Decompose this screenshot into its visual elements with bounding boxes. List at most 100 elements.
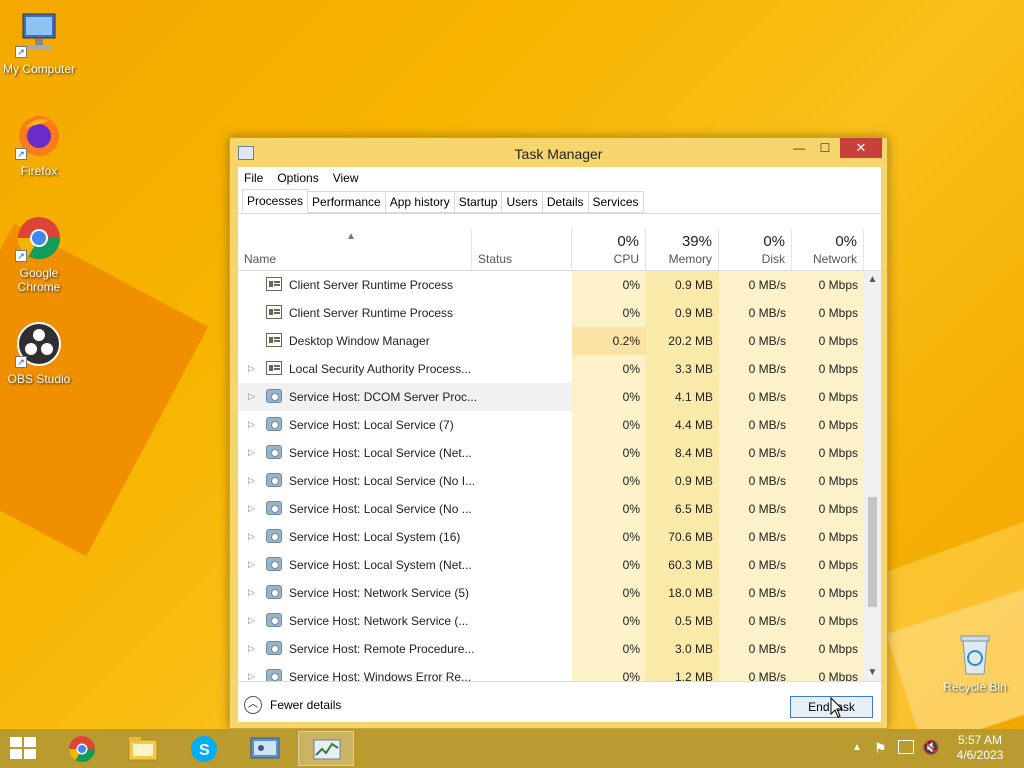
table-row[interactable]: ▷ Service Host: DCOM Server Proc... 0% 4… (238, 383, 872, 411)
expand-chevron-icon[interactable]: ▷ (248, 643, 255, 654)
tab-details[interactable]: Details (542, 191, 589, 213)
taskbar-file-explorer-button[interactable] (115, 731, 171, 766)
expand-chevron-icon[interactable]: ▷ (248, 363, 255, 374)
memory-value: 18.0 MB (646, 579, 719, 607)
tab-performance[interactable]: Performance (308, 191, 386, 213)
expand-chevron-icon[interactable]: ▷ (248, 531, 255, 542)
folder-icon (128, 737, 158, 761)
disk-value: 0 MB/s (719, 271, 792, 299)
scroll-up-icon[interactable]: ▲ (864, 271, 881, 288)
tab-services[interactable]: Services (588, 191, 644, 213)
memory-value: 0.9 MB (646, 299, 719, 327)
column-header-network[interactable]: 0% Network (792, 229, 864, 270)
column-header-name[interactable]: ▲ Name (238, 229, 472, 270)
table-row[interactable]: Client Server Runtime Process 0% 0.9 MB … (238, 299, 872, 327)
cpu-value: 0% (572, 495, 646, 523)
expand-chevron-icon[interactable]: ▷ (248, 391, 255, 402)
scrollbar-thumb[interactable] (868, 497, 877, 607)
desktop-icon-my-computer[interactable]: ↗ My Computer (0, 10, 78, 76)
desktop-icon-google-chrome[interactable]: ↗ Google Chrome (0, 214, 78, 294)
vertical-scrollbar[interactable]: ▲ ▼ (864, 271, 881, 681)
process-name: Service Host: Windows Error Re... (289, 670, 472, 681)
service-gear-icon (266, 389, 282, 403)
menu-view[interactable]: View (333, 171, 359, 185)
action-center-flag-icon[interactable]: ⚑ (874, 740, 887, 757)
process-window-icon (266, 361, 282, 375)
taskbar: S ▲ ⚑ 🔇 5:57 AM 4/6/2023 (0, 729, 1024, 768)
table-row[interactable]: ▷ Local Security Authority Process... 0%… (238, 355, 872, 383)
tab-processes[interactable]: Processes (242, 189, 309, 213)
taskbar-task-manager-button[interactable] (298, 731, 354, 766)
column-header-status[interactable]: Status (472, 229, 572, 270)
window-client: File Options View Processes Performance … (238, 167, 881, 722)
process-window-icon (266, 305, 282, 319)
taskbar-skype-button[interactable]: S (176, 731, 232, 766)
expand-chevron-icon[interactable]: ▷ (248, 587, 255, 598)
desktop-icon-label: OBS Studio (7, 372, 71, 386)
network-icon[interactable] (898, 740, 914, 754)
volume-muted-icon[interactable]: 🔇 (922, 739, 939, 756)
task-manager-window: Task Manager — ☐ ✕ File Options View Pro… (229, 137, 888, 729)
expand-chevron-icon[interactable]: ▷ (248, 419, 255, 430)
expand-chevron-icon[interactable]: ▷ (248, 475, 255, 486)
table-row[interactable]: ▷ Service Host: Local Service (No ... 0%… (238, 495, 872, 523)
show-hidden-icons-chevron-icon[interactable]: ▲ (852, 742, 862, 753)
table-row[interactable]: ▷ Service Host: Windows Error Re... 0% 1… (238, 663, 872, 681)
obs-icon: ↗ (15, 320, 63, 368)
tab-app-history[interactable]: App history (385, 191, 455, 213)
tab-startup[interactable]: Startup (454, 191, 503, 213)
close-button[interactable]: ✕ (840, 138, 882, 158)
memory-value: 0.5 MB (646, 607, 719, 635)
expand-chevron-icon[interactable]: ▷ (248, 447, 255, 458)
cpu-value: 0% (572, 383, 646, 411)
minimize-button[interactable]: — (786, 138, 812, 158)
maximize-button[interactable]: ☐ (812, 138, 838, 158)
column-header-disk[interactable]: 0% Disk (719, 229, 792, 270)
network-value: 0 Mbps (792, 523, 864, 551)
expand-chevron-icon[interactable]: ▷ (248, 615, 255, 626)
network-value: 0 Mbps (792, 551, 864, 579)
system-clock[interactable]: 5:57 AM 4/6/2023 (950, 733, 1010, 763)
tab-users[interactable]: Users (502, 191, 543, 213)
desktop-icon-firefox[interactable]: ↗ Firefox (0, 112, 78, 178)
menu-options[interactable]: Options (277, 171, 318, 185)
fewer-details-button[interactable]: ︿ Fewer details (244, 696, 341, 714)
service-gear-icon (266, 641, 282, 655)
table-row[interactable]: ▷ Service Host: Local Service (Net... 0%… (238, 439, 872, 467)
network-value: 0 Mbps (792, 383, 864, 411)
network-value: 0 Mbps (792, 439, 864, 467)
table-row[interactable]: ▷ Service Host: Local System (16) 0% 70.… (238, 523, 872, 551)
table-row[interactable]: Client Server Runtime Process 0% 0.9 MB … (238, 271, 872, 299)
table-row[interactable]: ▷ Service Host: Local Service (No I... 0… (238, 467, 872, 495)
menu-file[interactable]: File (244, 171, 263, 185)
windows-start-icon[interactable] (10, 737, 38, 761)
title-bar[interactable]: Task Manager — ☐ ✕ (230, 138, 887, 167)
table-row[interactable]: Desktop Window Manager 0.2% 20.2 MB 0 MB… (238, 327, 872, 355)
desktop-icon-obs-studio[interactable]: ↗ OBS Studio (0, 320, 78, 386)
table-row[interactable]: ▷ Service Host: Network Service (5) 0% 1… (238, 579, 872, 607)
expand-chevron-icon[interactable]: ▷ (248, 503, 255, 514)
desktop-icon-recycle-bin[interactable]: Recycle Bin (936, 632, 1014, 694)
expand-chevron-icon[interactable]: ▷ (248, 559, 255, 570)
column-header-memory[interactable]: 39% Memory (646, 229, 719, 270)
network-value: 0 Mbps (792, 271, 864, 299)
column-header-cpu[interactable]: 0% CPU (572, 229, 646, 270)
scroll-down-icon[interactable]: ▼ (864, 664, 881, 681)
cpu-value: 0% (572, 411, 646, 439)
taskbar-control-panel-button[interactable] (237, 731, 293, 766)
table-row[interactable]: ▷ Service Host: Network Service (... 0% … (238, 607, 872, 635)
process-name: Client Server Runtime Process (289, 278, 454, 292)
cpu-value: 0% (572, 663, 646, 681)
expand-chevron-icon[interactable]: ▷ (248, 671, 255, 681)
service-gear-icon (266, 613, 282, 627)
memory-value: 0.9 MB (646, 271, 719, 299)
chrome-icon: ↗ (15, 214, 63, 262)
taskbar-chrome-button[interactable] (54, 731, 110, 766)
table-row[interactable]: ▷ Service Host: Local Service (7) 0% 4.4… (238, 411, 872, 439)
mouse-cursor-icon (830, 697, 844, 718)
table-row[interactable]: ▷ Service Host: Local System (Net... 0% … (238, 551, 872, 579)
cpu-value: 0% (572, 355, 646, 383)
table-row[interactable]: ▷ Service Host: Remote Procedure... 0% 3… (238, 635, 872, 663)
disk-value: 0 MB/s (719, 439, 792, 467)
memory-value: 8.4 MB (646, 439, 719, 467)
